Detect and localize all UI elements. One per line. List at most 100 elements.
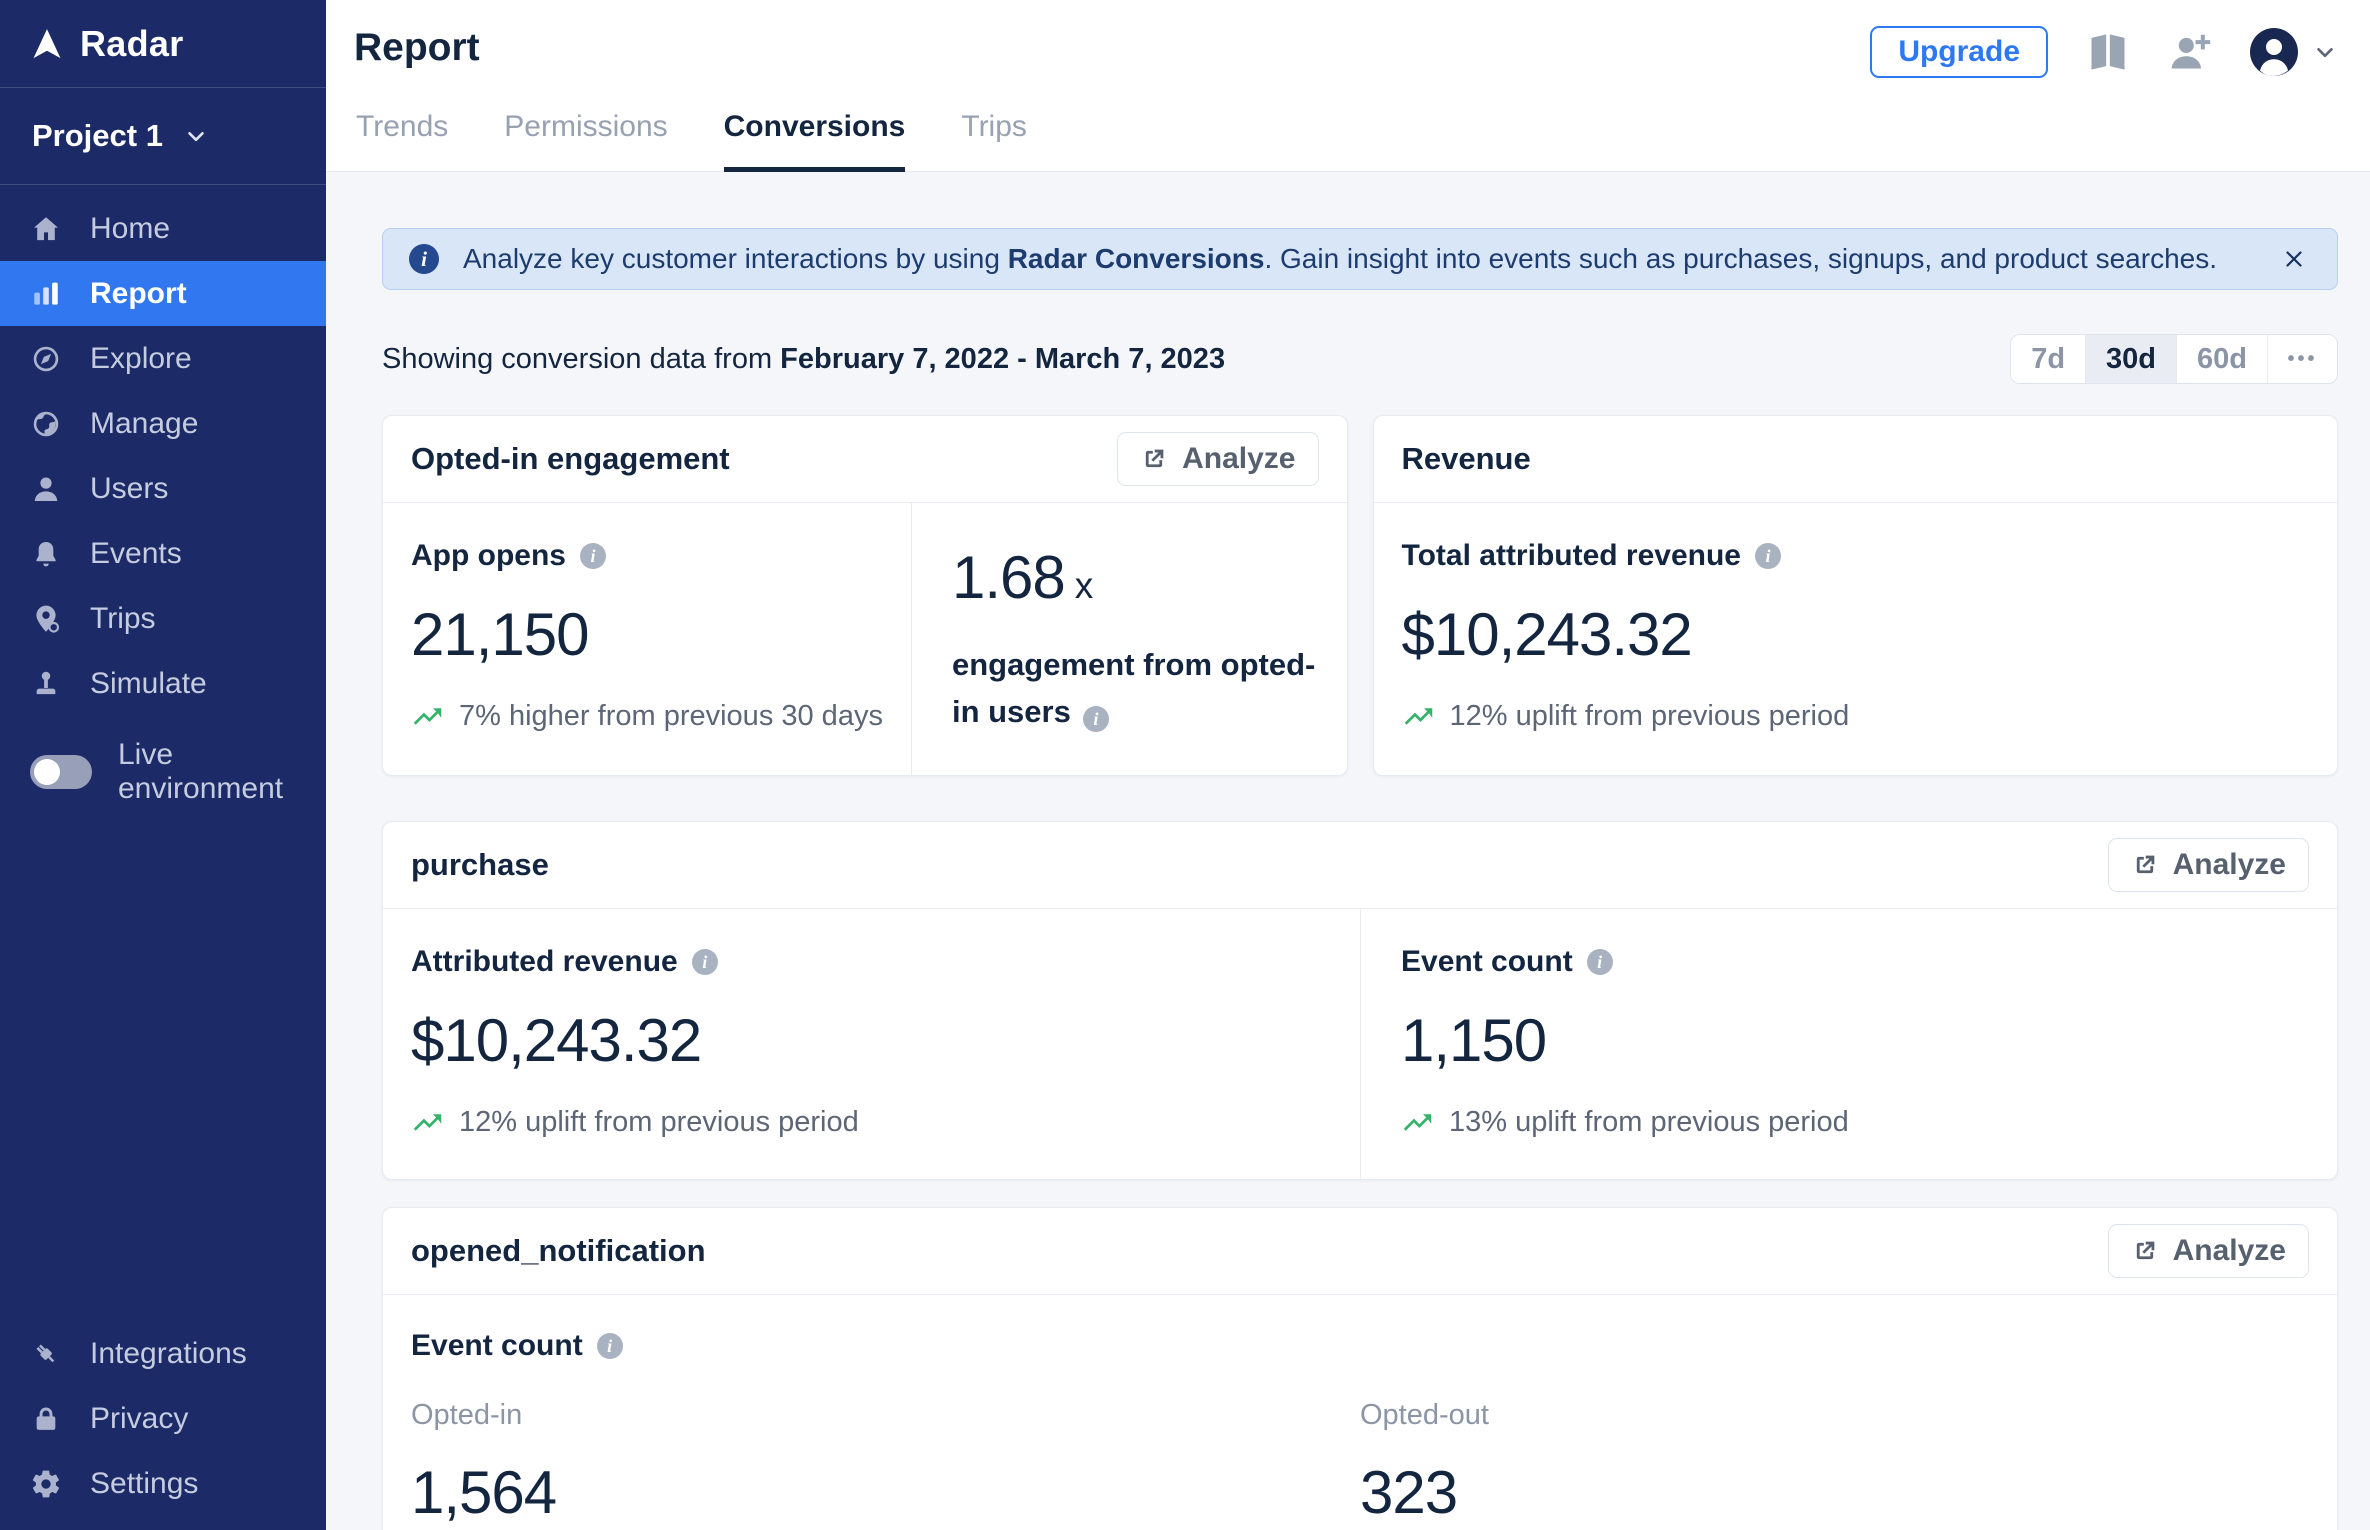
project-switcher[interactable]: Project 1 [0, 88, 326, 185]
page-title: Report [354, 26, 480, 69]
sidebar-item-explore[interactable]: Explore [0, 326, 326, 391]
sidebar-item-label: Report [90, 276, 187, 310]
card-title: Opted-in engagement [411, 441, 730, 476]
sidebar-item-simulate[interactable]: Simulate [0, 651, 326, 716]
user-add-icon [2171, 34, 2211, 69]
sidebar-item-privacy[interactable]: Privacy [0, 1386, 326, 1451]
plug-icon [36, 1343, 55, 1362]
avatar [2250, 28, 2298, 76]
banner-close-button[interactable] [2277, 242, 2311, 276]
sidebar-item-label: Explore [90, 341, 192, 375]
brand-name: Radar [80, 22, 184, 64]
sidebar-nav: Home Report Explore Manage Users Events [0, 185, 326, 716]
stamp-icon [36, 671, 56, 694]
metric-delta: 7% higher from previous 30 days [459, 700, 883, 732]
metric-label: App opens [411, 539, 566, 572]
opted-in-engagement-card: Opted-in engagement Analyze App opens i [382, 415, 1348, 776]
sidebar-item-trips[interactable]: Trips [0, 586, 326, 651]
metric-value: 1,150 [1401, 1007, 1547, 1074]
range-30d-button[interactable]: 30d [2085, 335, 2177, 383]
info-icon[interactable]: i [596, 1333, 623, 1359]
upgrade-button[interactable]: Upgrade [1870, 26, 2048, 78]
range-60d-button[interactable]: 60d [2176, 335, 2267, 383]
toggle-knob [34, 758, 60, 785]
analyze-button[interactable]: Analyze [2107, 1224, 2309, 1278]
sidebar-item-label: Integrations [90, 1336, 247, 1370]
event-count-section: Event count i Opted-in 1,564 10% higher … [383, 1295, 2337, 1530]
banner-text: Analyze key customer interactions by usi… [463, 243, 2217, 274]
trend-up-icon [1404, 708, 1432, 725]
analyze-button[interactable]: Analyze [2107, 838, 2309, 892]
book-icon [2091, 34, 2125, 70]
main-area: Report Upgrade Trends Permissions Conver… [326, 0, 2370, 1530]
docs-button[interactable] [2086, 30, 2130, 74]
live-environment-label: Live environment [118, 737, 284, 805]
sidebar-item-integrations[interactable]: Integrations [0, 1321, 326, 1386]
sidebar-item-events[interactable]: Events [0, 521, 326, 586]
metric-value: 323 [1360, 1459, 1458, 1526]
tab-permissions[interactable]: Permissions [504, 110, 667, 172]
report-tabs: Trends Permissions Conversions Trips [354, 110, 2338, 172]
user-icon [34, 477, 58, 501]
sidebar-item-label: Privacy [90, 1401, 189, 1435]
sidebar-item-home[interactable]: Home [0, 196, 326, 261]
engagement-multiplier-metric: 1.68 x engagement from opted-in users i [910, 503, 1347, 775]
chevron-down-icon [2317, 47, 2333, 58]
metric-label: Event count [411, 1329, 583, 1362]
sidebar-item-label: Trips [90, 601, 156, 635]
metric-delta: 12% uplift from previous period [459, 1106, 859, 1138]
multiplier-suffix: x [1074, 565, 1093, 606]
conversions-info-banner: i Analyze key customer interactions by u… [382, 228, 2338, 290]
metric-delta: 13% uplift from previous period [1449, 1106, 1849, 1138]
lock-icon [36, 1407, 56, 1430]
info-icon[interactable]: i [1586, 949, 1613, 975]
metric-label: Attributed revenue [411, 945, 678, 978]
live-environment-toggle[interactable] [30, 754, 92, 789]
metric-value: $10,243.32 [1401, 601, 1693, 668]
range-button-group: 7d 30d 60d ••• [2010, 334, 2338, 384]
trend-up-icon [413, 708, 442, 725]
sidebar: Radar Project 1 Home Report Explore Mana… [0, 0, 326, 1530]
sidebar-item-settings[interactable]: Settings [0, 1451, 326, 1516]
more-ranges-button[interactable]: ••• [2267, 335, 2337, 383]
info-icon[interactable]: i [691, 949, 718, 975]
project-name: Project 1 [32, 118, 163, 153]
home-icon [34, 216, 58, 240]
info-icon[interactable]: i [1082, 706, 1109, 732]
tab-trends[interactable]: Trends [356, 110, 448, 172]
account-menu[interactable] [2250, 28, 2338, 76]
sidebar-item-manage[interactable]: Manage [0, 391, 326, 456]
analyze-button[interactable]: Analyze [1117, 432, 1319, 486]
chevron-down-icon [188, 131, 204, 142]
card-title: purchase [411, 847, 549, 882]
compass-icon [33, 346, 59, 371]
total-attributed-revenue-metric: Total attributed revenue i $10,243.32 12… [1374, 503, 2338, 773]
info-icon[interactable]: i [580, 543, 606, 569]
metrics-row: Opted-in engagement Analyze App opens i [382, 415, 2338, 776]
app-root: Radar Project 1 Home Report Explore Mana… [0, 0, 2370, 1530]
opted-in-metric: Opted-in 1,564 10% higher from previous … [411, 1399, 1360, 1530]
brand-logo: Radar [0, 0, 326, 88]
external-link-icon [2136, 855, 2154, 874]
info-icon: i [409, 244, 439, 274]
nav-arrow-icon [33, 28, 61, 58]
sidebar-item-label: Simulate [90, 666, 207, 700]
sidebar-item-users[interactable]: Users [0, 456, 326, 521]
invite-user-button[interactable] [2168, 30, 2212, 74]
tab-trips[interactable]: Trips [961, 110, 1027, 172]
sidebar-item-report[interactable]: Report [0, 261, 326, 326]
tab-conversions[interactable]: Conversions [723, 110, 906, 172]
sidebar-bottom-nav: Integrations Privacy Settings [0, 1310, 326, 1530]
map-pin-icon [36, 605, 60, 633]
purchase-card: purchase Analyze Attributed revenue i $1… [382, 821, 2338, 1180]
info-icon[interactable]: i [1755, 543, 1781, 569]
app-opens-metric: App opens i 21,150 7% higher from previo… [383, 503, 911, 775]
range-7d-button[interactable]: 7d [2011, 335, 2086, 383]
opened-notification-card: opened_notification Analyze Event count … [382, 1207, 2338, 1530]
metric-delta: 12% uplift from previous period [1449, 700, 1850, 732]
close-icon [2286, 251, 2302, 267]
card-title: Revenue [1401, 441, 1531, 476]
topbar-actions: Upgrade [1870, 26, 2338, 78]
card-title: opened_notification [411, 1233, 706, 1268]
daterange-text: Showing conversion data from February 7,… [382, 342, 1226, 375]
